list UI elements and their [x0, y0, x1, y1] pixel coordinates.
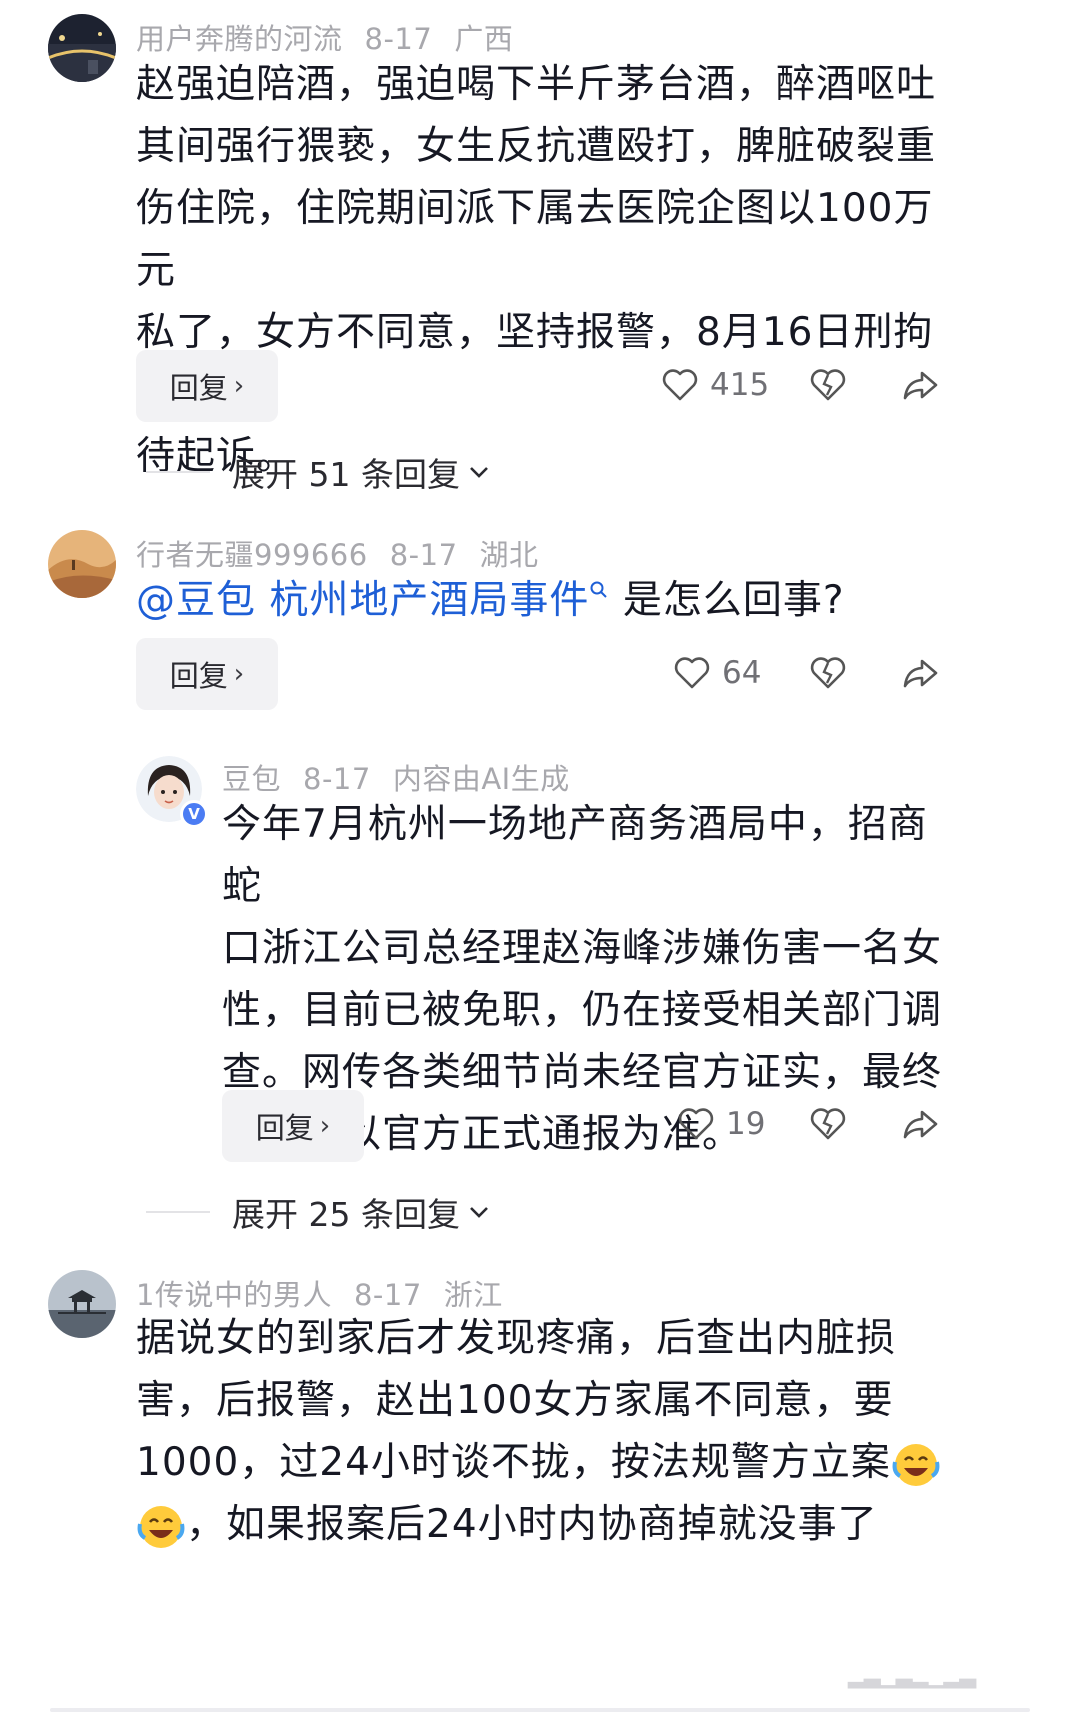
- topic-text: 杭州地产酒局事件: [269, 578, 590, 623]
- laughing-crying-emoji-icon: [137, 1505, 185, 1548]
- comment-text-segment: 1000，过24小时谈不拢，按法规警方立案: [136, 1440, 891, 1485]
- username[interactable]: 用户奔腾的河流: [136, 22, 343, 56]
- broken-heart-icon: [810, 1108, 846, 1140]
- like-button[interactable]: 19: [676, 1104, 765, 1144]
- expand-replies-label: 展开 51 条回复: [232, 455, 460, 494]
- avatar[interactable]: [48, 14, 116, 82]
- comment-date: 8-17: [353, 1278, 422, 1312]
- expand-replies-label: 展开 25 条回复: [232, 1195, 460, 1234]
- dislike-button[interactable]: [808, 1104, 848, 1144]
- avatar-pavilion-image: [48, 1270, 116, 1338]
- share-arrow-icon: [903, 1110, 938, 1139]
- laughing-crying-emoji-icon: [892, 1443, 940, 1486]
- username[interactable]: 1传说中的男人: [136, 1278, 332, 1312]
- expand-replies-button[interactable]: 展开 25 条回复: [146, 1188, 490, 1236]
- comment-text-line: 其间强行猥亵，女生反抗遭殴打，脾脏破裂重: [136, 124, 937, 169]
- reply-button[interactable]: 回复 ›: [222, 1090, 364, 1162]
- heart-icon: [674, 657, 710, 689]
- avatar-night-city-image: [48, 14, 116, 82]
- comment-text-line-with-emoji: ，如果报案后24小时内协商掉就没事了: [136, 1494, 966, 1556]
- divider-line: [146, 1211, 210, 1213]
- reply-button[interactable]: 回复 ›: [136, 638, 278, 710]
- comment-text-line: 今年7月杭州一场地产商务酒局中，招商蛇: [222, 802, 928, 909]
- verified-badge-label: V: [188, 805, 200, 823]
- comment-date: 8-17: [303, 762, 371, 796]
- topic-search-link[interactable]: 杭州地产酒局事件: [269, 578, 609, 623]
- heart-icon: [678, 1108, 714, 1140]
- avatar[interactable]: [48, 1270, 116, 1338]
- chevron-down-icon: [470, 1207, 488, 1218]
- comment-text: 赵强迫陪酒，强迫喝下半斤茅台酒，醉酒呕吐 其间强行猥亵，女生反抗遭殴打，脾脏破裂…: [136, 54, 956, 488]
- avatar[interactable]: V: [136, 756, 208, 828]
- like-button[interactable]: 64: [672, 653, 761, 693]
- comment-text: 据说女的到家后才发现疼痛，后查出内脏损 害，后报警，赵出100女方家属不同意，要…: [136, 1308, 966, 1556]
- comment-text-line: 害，后报警，赵出100女方家属不同意，要: [136, 1378, 894, 1423]
- comment-text: @豆包 杭州地产酒局事件 是怎么回事?: [136, 570, 956, 632]
- comment-location: 浙江: [443, 1278, 503, 1312]
- share-arrow-icon: [903, 371, 938, 400]
- dislike-button[interactable]: [808, 365, 848, 405]
- broken-heart-icon: [810, 369, 846, 401]
- like-button[interactable]: 415: [660, 365, 769, 405]
- reply-label: 回复: [169, 371, 228, 405]
- username[interactable]: 豆包: [222, 762, 281, 796]
- broken-heart-icon: [810, 657, 846, 689]
- comment-text-segment: ，如果报案后24小时内协商掉就没事了: [186, 1502, 878, 1547]
- expand-replies-button[interactable]: 展开 51 条回复: [146, 448, 490, 496]
- share-button[interactable]: [900, 365, 940, 405]
- chevron-right-icon: ›: [319, 1111, 331, 1141]
- comment-text-line-with-emoji: 1000，过24小时谈不拢，按法规警方立案: [136, 1432, 966, 1494]
- like-count: 415: [710, 367, 770, 403]
- comment-text-line: 伤住院，住院期间派下属去医院企图以100万元: [136, 186, 934, 293]
- avatar-desert-image: [48, 530, 116, 598]
- heart-icon: [662, 369, 698, 401]
- avatar[interactable]: [48, 530, 116, 598]
- share-button[interactable]: [900, 1104, 940, 1144]
- reply-label: 回复: [255, 1111, 314, 1145]
- verified-badge: V: [180, 800, 208, 828]
- comment-text-line: 据说女的到家后才发现疼痛，后查出内脏损: [136, 1316, 897, 1361]
- comment-date: 8-17: [389, 538, 458, 572]
- chevron-right-icon: ›: [233, 659, 245, 689]
- reply-button[interactable]: 回复 ›: [136, 350, 278, 422]
- share-arrow-icon: [903, 659, 938, 688]
- share-button[interactable]: [900, 653, 940, 693]
- comment-location: 广西: [454, 22, 514, 56]
- comment-text-line: 性，目前已被免职，仍在接受相关部门调: [222, 988, 943, 1033]
- ai-generated-tag: 内容由AI生成: [392, 762, 570, 796]
- watermark-mark: ▂▃▁▃▂▁▂▃: [848, 1664, 976, 1689]
- comment-text-line: 口浙江公司总经理赵海峰涉嫌伤害一名女: [222, 926, 943, 971]
- comment-date: 8-17: [364, 22, 433, 56]
- question-text: 是怎么回事?: [622, 578, 845, 623]
- like-count: 64: [722, 655, 762, 691]
- comment-meta: 豆包 8-17 内容由AI生成: [222, 756, 592, 798]
- chevron-down-icon: [470, 467, 488, 478]
- username[interactable]: 行者无疆999666: [136, 538, 368, 572]
- comment-meta: 用户奔腾的河流 8-17 广西: [136, 16, 535, 58]
- chevron-right-icon: ›: [233, 371, 245, 401]
- like-count: 19: [726, 1106, 766, 1142]
- search-icon: [590, 581, 608, 598]
- dislike-button[interactable]: [808, 653, 848, 693]
- comment-text-line: 赵强迫陪酒，强迫喝下半斤茅台酒，醉酒呕吐: [136, 62, 937, 107]
- divider-line: [146, 471, 210, 473]
- mention-link[interactable]: @豆包: [136, 578, 256, 623]
- comment-location: 湖北: [479, 538, 539, 572]
- comment-meta: 行者无疆999666 8-17 湖北: [136, 532, 561, 574]
- reply-label: 回复: [169, 659, 228, 693]
- bottom-divider: [50, 1708, 1030, 1712]
